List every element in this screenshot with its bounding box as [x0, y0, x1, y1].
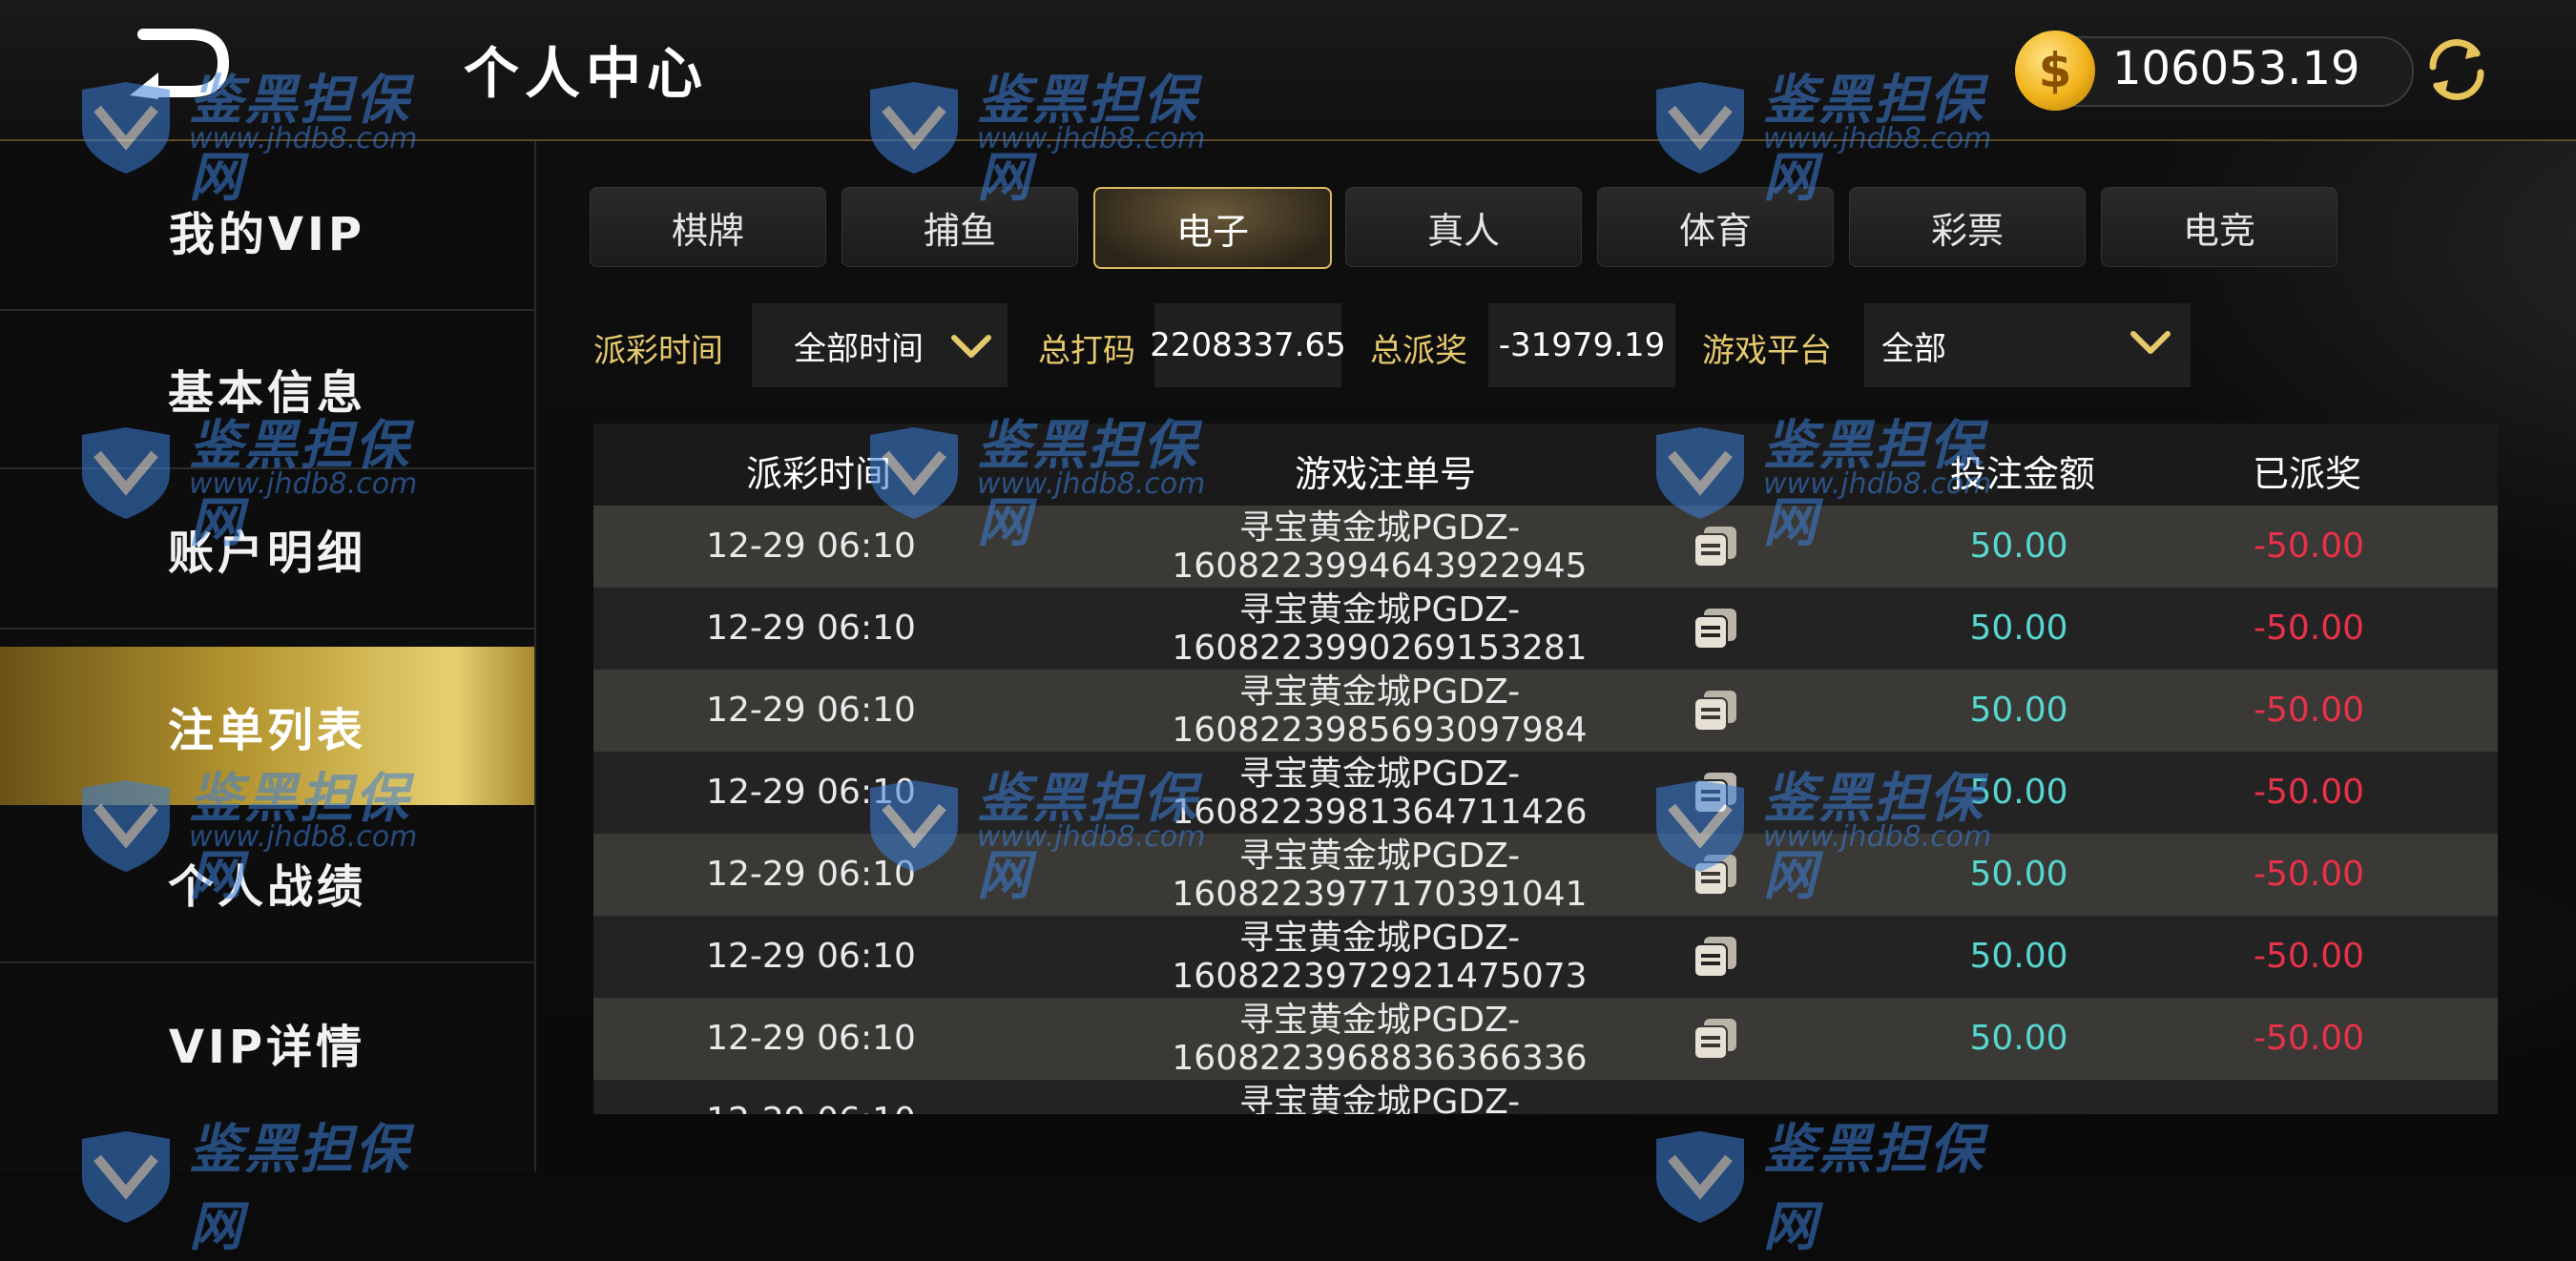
order-line2: 1608223981364711426	[1172, 793, 1588, 832]
chevron-down-icon[interactable]	[2129, 328, 2171, 357]
copy-icon[interactable]	[1693, 607, 1740, 651]
refresh-icon[interactable]	[2420, 32, 2494, 107]
table-row[interactable]: 12-29 06:10 寻宝黄金城PGDZ- 160822399026915328…	[593, 588, 2498, 671]
order-line1: 寻宝黄金城PGDZ-	[1238, 1083, 1521, 1115]
order-line2: 1608223977170391041	[1172, 875, 1588, 914]
row-time: 12-29 06:10	[706, 527, 916, 566]
balance-value: 106053.19	[2112, 42, 2360, 95]
row-order-number: 寻宝黄金城PGDZ- 1608223977170391041	[1132, 837, 1628, 914]
tab-fishing[interactable]: 捕鱼	[841, 187, 1078, 267]
row-bet-amount: 50.00	[1969, 937, 2068, 976]
row-order-number: 寻宝黄金城PGDZ- 1608223968836366336	[1132, 1002, 1628, 1078]
row-order-number: 寻宝黄金城PGDZ- 1608223972921475073	[1132, 920, 1628, 996]
table-row[interactable]: 12-29 06:10 寻宝黄金城PGDZ- 160822399464392294…	[593, 506, 2498, 589]
row-bet-amount: 50.00	[1969, 1019, 2068, 1058]
row-payout: -50.00	[2253, 855, 2365, 894]
row-bet-amount: 50.00	[1969, 773, 2068, 812]
order-line2: 1608223994643922945	[1172, 547, 1588, 586]
row-time: 12-29 06:10	[706, 937, 916, 976]
page-title: 个人中心	[464, 41, 709, 106]
row-order-number: 寻宝黄金城PGDZ- 1608223994643922945	[1132, 509, 1628, 586]
row-order-number: 寻宝黄金城PGDZ- 1608223981364711426	[1132, 755, 1628, 832]
order-line1: 寻宝黄金城PGDZ-	[1238, 919, 1521, 958]
order-line2: 1608223985693097984	[1172, 711, 1588, 750]
coin-icon: $	[2015, 31, 2095, 111]
table-row[interactable]: 12-29 06:10 寻宝黄金城PGDZ- 160822396883636633…	[593, 998, 2498, 1081]
copy-icon[interactable]	[1693, 689, 1740, 733]
row-payout: -50.00	[2253, 1019, 2365, 1058]
order-line1: 寻宝黄金城PGDZ-	[1238, 837, 1521, 876]
tab-electronic[interactable]: 电子	[1093, 187, 1332, 269]
total-bet-value: 2208337.65	[1150, 326, 1346, 364]
tab-chess[interactable]: 棋牌	[590, 187, 826, 267]
copy-icon[interactable]	[1693, 853, 1740, 897]
order-line1: 寻宝黄金城PGDZ-	[1238, 755, 1521, 794]
table-header: 派彩时间 游戏注单号 投注金额 已派奖	[593, 424, 2498, 506]
total-payout-box: -31979.19	[1488, 303, 1675, 387]
sidebar-item-basic-info[interactable]: 基本信息	[0, 309, 534, 469]
chevron-down-icon[interactable]	[950, 332, 992, 361]
row-bet-amount: 50.00	[1969, 609, 2068, 648]
sidebar-item-my-vip[interactable]: 我的VIP	[0, 151, 534, 311]
tab-lottery[interactable]: 彩票	[1849, 187, 2086, 267]
table-row[interactable]: 12-29 06:10 寻宝黄金城PGDZ- 160822398136471142…	[593, 752, 2498, 835]
row-time: 12-29 06:10	[706, 855, 916, 894]
row-payout: -50.00	[2253, 937, 2365, 976]
table-row[interactable]: 12-29 06:10 寻宝黄金城PGDZ- 160822397292147507…	[593, 916, 2498, 999]
total-payout-value: -31979.19	[1498, 326, 1666, 364]
row-order-number: 寻宝黄金城PGDZ- 1608223990269153281	[1132, 591, 1628, 668]
row-bet-amount: 50.00	[1969, 691, 2068, 730]
header-bar: 个人中心 $ 106053.19	[0, 0, 2576, 141]
order-line1: 寻宝黄金城PGDZ-	[1238, 508, 1521, 548]
back-icon[interactable]	[124, 29, 239, 105]
column-header-payout-time: 派彩时间	[745, 453, 892, 495]
column-header-order-number: 游戏注单号	[1294, 453, 1477, 495]
time-filter-label: 派彩时间	[593, 332, 723, 370]
platform-filter-label: 游戏平台	[1702, 332, 1832, 370]
sidebar: 我的VIP 基本信息 账户明细 注单列表 个人战绩 VIP详情	[0, 141, 536, 1171]
order-line2: 1608223972921475073	[1172, 957, 1588, 996]
order-line1: 寻宝黄金城PGDZ-	[1238, 590, 1521, 630]
bet-table: 派彩时间 游戏注单号 投注金额 已派奖 12-29 06:10 寻宝黄金城PGD…	[593, 424, 2498, 1114]
order-line1: 寻宝黄金城PGDZ-	[1238, 1001, 1521, 1040]
tab-sports[interactable]: 体育	[1597, 187, 1834, 267]
tab-live[interactable]: 真人	[1345, 187, 1582, 267]
table-row[interactable]: 12-29 06:10 寻宝黄金城PGDZ- 160822397717039104…	[593, 834, 2498, 917]
sidebar-item-personal-record[interactable]: 个人战绩	[0, 803, 534, 963]
row-time: 12-29 06:10	[706, 1101, 916, 1114]
row-time: 12-29 06:10	[706, 691, 916, 730]
tab-esports[interactable]: 电竞	[2101, 187, 2337, 267]
sidebar-item-bet-list[interactable]: 注单列表	[0, 647, 534, 805]
row-order-number: 寻宝黄金城PGDZ- 1608223985693097984	[1132, 673, 1628, 750]
row-bet-amount: 50.00	[1969, 855, 2068, 894]
order-line1: 寻宝黄金城PGDZ-	[1238, 672, 1521, 712]
row-payout: -50.00	[2253, 691, 2365, 730]
copy-icon[interactable]	[1693, 771, 1740, 815]
total-payout-label: 总派奖	[1370, 332, 1467, 370]
row-payout: -50.00	[2253, 527, 2365, 566]
sidebar-item-account-details[interactable]: 账户明细	[0, 469, 534, 630]
row-time: 12-29 06:10	[706, 609, 916, 648]
table-row[interactable]: 12-29 06:10 寻宝黄金城PGDZ-	[593, 1080, 2498, 1114]
order-line2: 1608223968836366336	[1172, 1039, 1588, 1078]
row-order-number: 寻宝黄金城PGDZ-	[1132, 1083, 1628, 1115]
column-header-bet-amount: 投注金额	[1949, 453, 2096, 495]
platform-filter-value: 全部	[1881, 329, 1946, 368]
column-header-payout: 已派奖	[2252, 453, 2362, 495]
total-bet-box: 2208337.65	[1150, 303, 1346, 387]
copy-icon[interactable]	[1693, 525, 1740, 568]
copy-icon[interactable]	[1693, 1017, 1740, 1061]
row-bet-amount: 50.00	[1969, 527, 2068, 566]
table-row[interactable]: 12-29 06:10 寻宝黄金城PGDZ- 160822398569309798…	[593, 670, 2498, 753]
row-time: 12-29 06:10	[706, 773, 916, 812]
row-time: 12-29 06:10	[706, 1019, 916, 1058]
total-bet-label: 总打码	[1038, 332, 1135, 370]
time-filter-value: 全部时间	[794, 329, 924, 368]
row-payout: -50.00	[2253, 773, 2365, 812]
row-payout: -50.00	[2253, 609, 2365, 648]
copy-icon[interactable]	[1693, 935, 1740, 979]
order-line2: 1608223990269153281	[1172, 629, 1588, 668]
sidebar-item-vip-details[interactable]: VIP详情	[0, 963, 534, 1122]
